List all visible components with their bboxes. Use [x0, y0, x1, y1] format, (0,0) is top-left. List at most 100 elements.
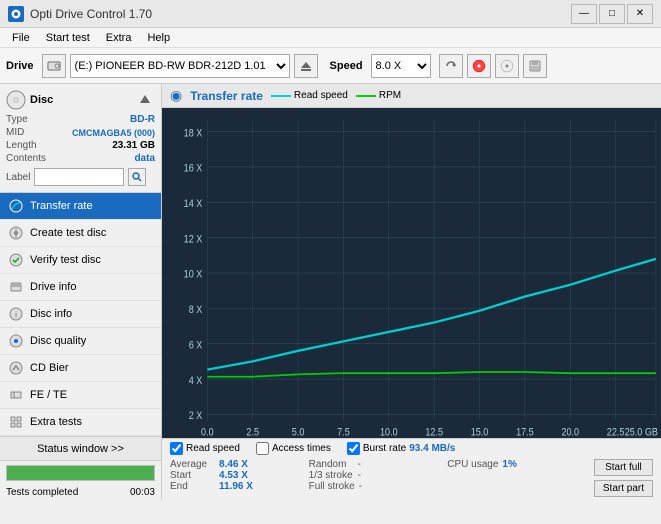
menu-extra[interactable]: Extra	[98, 30, 140, 46]
random-value: -	[358, 459, 361, 470]
menu-file[interactable]: File	[4, 30, 38, 46]
start-part-button[interactable]: Start part	[594, 480, 653, 497]
minimize-button[interactable]: —	[571, 4, 597, 24]
nav-disc-info[interactable]: i Disc info	[0, 301, 161, 328]
cpu-usage-value: 1%	[502, 459, 542, 470]
svg-text:12 X: 12 X	[184, 234, 203, 246]
svg-text:25.0 GB: 25.0 GB	[625, 427, 659, 438]
svg-text:4 X: 4 X	[189, 375, 203, 387]
svg-text:14 X: 14 X	[184, 198, 203, 210]
speed-select[interactable]: 8.0 X	[371, 54, 431, 78]
svg-text:20.0: 20.0	[561, 427, 579, 438]
cpu-usage-label: CPU usage	[447, 459, 498, 470]
burst-rate-value: 93.4 MB/s	[409, 443, 455, 454]
stats-col-1: Average 8.46 X Start 4.53 X End 11.96 X	[170, 459, 309, 497]
status-window-button[interactable]: Status window >>	[0, 437, 161, 461]
disc-label-input[interactable]	[34, 168, 124, 186]
nav-fe-te-label: FE / TE	[30, 389, 67, 401]
nav-verify-test-disc[interactable]: Verify test disc	[0, 247, 161, 274]
speed-label: Speed	[330, 60, 363, 72]
disc-arrows[interactable]	[135, 91, 155, 110]
stats-col-3: CPU usage 1%	[447, 459, 586, 497]
nav-extra-tests[interactable]: Extra tests	[0, 409, 161, 436]
burn-button[interactable]	[495, 54, 519, 78]
refresh-button[interactable]	[439, 54, 463, 78]
svg-text:8 X: 8 X	[189, 304, 203, 316]
average-label: Average	[170, 459, 215, 470]
close-button[interactable]: ✕	[627, 4, 653, 24]
extra-tests-icon	[8, 414, 24, 430]
read-speed-checkbox[interactable]: Read speed	[170, 442, 240, 455]
menu-help[interactable]: Help	[139, 30, 178, 46]
nav-transfer-rate[interactable]: Transfer rate	[0, 193, 161, 220]
drive-select[interactable]: (E:) PIONEER BD-RW BDR-212D 1.01	[70, 54, 290, 78]
chart-title-icon: ◉	[170, 87, 182, 104]
transfer-rate-icon	[8, 198, 24, 214]
nav-extra-tests-label: Extra tests	[30, 416, 82, 428]
status-time: 00:03	[130, 487, 155, 498]
type-label: Type	[6, 114, 28, 125]
disc-section: Disc Type BD-R MID CMCMAGBA5 (000) Lengt…	[0, 84, 161, 193]
nav-create-test-disc[interactable]: Create test disc	[0, 220, 161, 247]
access-times-checkbox[interactable]: Access times	[256, 442, 331, 455]
chart-area: 18 X 16 X 14 X 12 X 10 X 8 X 6 X 4 X 2 X…	[162, 108, 661, 438]
nav-cd-bier[interactable]: CD Bier	[0, 355, 161, 382]
label-search-btn[interactable]	[128, 168, 146, 186]
titlebar: Opti Drive Control 1.70 — □ ✕	[0, 0, 661, 28]
svg-text:18 X: 18 X	[184, 128, 203, 140]
legend-rpm: RPM	[356, 90, 401, 101]
end-label: End	[170, 481, 215, 492]
eject-button[interactable]	[294, 54, 318, 78]
stroke13-value: -	[358, 470, 361, 481]
end-value: 11.96 X	[219, 481, 259, 492]
start-full-button[interactable]: Start full	[594, 459, 653, 476]
burst-rate-checkbox[interactable]: Burst rate 93.4 MB/s	[347, 442, 456, 455]
chart-header: ◉ Transfer rate Read speed RPM	[162, 84, 661, 108]
save-button[interactable]	[523, 54, 547, 78]
nav-cd-bier-label: CD Bier	[30, 362, 69, 374]
svg-text:10 X: 10 X	[184, 269, 203, 281]
app-icon	[8, 6, 24, 22]
disc-info-icon: i	[8, 306, 24, 322]
chart-checkboxes: Read speed Access times Burst rate 93.4 …	[170, 442, 653, 455]
mid-label: MID	[6, 127, 24, 138]
progress-bar	[7, 466, 154, 480]
svg-text:22.5: 22.5	[607, 427, 625, 438]
disc-quality-icon	[8, 333, 24, 349]
disc-section-title: Disc	[30, 94, 53, 106]
read-speed-checkbox-label: Read speed	[186, 443, 240, 454]
status-text: Tests completed	[6, 487, 78, 498]
disc-section-icon	[6, 90, 26, 110]
drive-icon-btn[interactable]	[42, 54, 66, 78]
nav-disc-quality[interactable]: Disc quality	[0, 328, 161, 355]
content-area: Disc Type BD-R MID CMCMAGBA5 (000) Lengt…	[0, 84, 661, 500]
chart-title: Transfer rate	[190, 89, 263, 103]
stats-area: Average 8.46 X Start 4.53 X End 11.96 X …	[170, 459, 653, 497]
menu-start-test[interactable]: Start test	[38, 30, 98, 46]
svg-text:16 X: 16 X	[184, 163, 203, 175]
menubar: File Start test Extra Help	[0, 28, 661, 48]
disc-button[interactable]	[467, 54, 491, 78]
contents-label: Contents	[6, 153, 46, 164]
create-disc-icon	[8, 225, 24, 241]
svg-text:5.0: 5.0	[292, 427, 305, 438]
window-controls: — □ ✕	[571, 4, 653, 24]
random-label: Random	[309, 459, 354, 470]
mid-value: CMCMAGBA5 (000)	[72, 128, 155, 138]
nav-disc-quality-label: Disc quality	[30, 335, 86, 347]
nav-drive-info[interactable]: Drive info	[0, 274, 161, 301]
left-panel: Disc Type BD-R MID CMCMAGBA5 (000) Lengt…	[0, 84, 162, 500]
average-value: 8.46 X	[219, 459, 259, 470]
contents-value: data	[134, 153, 155, 164]
maximize-button[interactable]: □	[599, 4, 625, 24]
fe-te-icon	[8, 387, 24, 403]
progress-bar-container	[6, 465, 155, 481]
legend-rpm-label: RPM	[379, 90, 401, 101]
nav-fe-te[interactable]: FE / TE	[0, 382, 161, 409]
drive-info-icon	[8, 279, 24, 295]
full-stroke-value: -	[359, 481, 362, 492]
svg-text:2 X: 2 X	[189, 411, 203, 423]
svg-text:2.5: 2.5	[246, 427, 259, 438]
svg-text:6 X: 6 X	[189, 340, 203, 352]
start-stat-value: 4.53 X	[219, 470, 259, 481]
